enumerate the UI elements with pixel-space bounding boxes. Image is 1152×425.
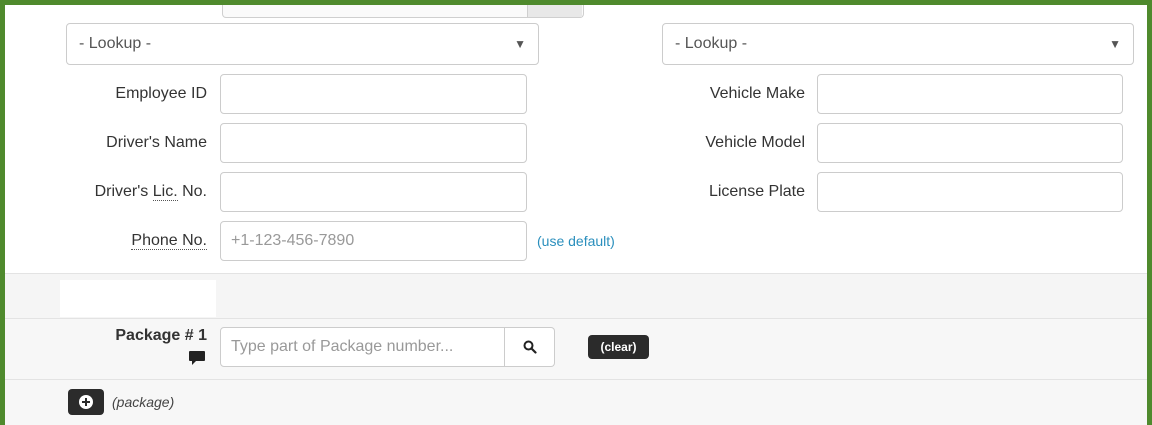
use-default-link[interactable]: (use default)	[537, 220, 615, 262]
license-plate-input[interactable]	[817, 172, 1123, 212]
clear-button[interactable]: (clear)	[588, 335, 649, 359]
caret-down-icon: ▼	[514, 37, 526, 51]
vehicle-lookup-select[interactable]: - Lookup - ▼	[662, 23, 1134, 65]
employee-id-input[interactable]	[220, 74, 527, 114]
driver-lookup-value: - Lookup -	[79, 35, 152, 52]
add-package-button[interactable]	[68, 389, 104, 415]
partial-button-above	[527, 5, 582, 17]
drivers-license-label-suffix: No.	[177, 183, 207, 200]
band-white-block	[60, 280, 216, 317]
package-label: Package # 1	[115, 327, 207, 344]
drivers-license-label-prefix: Driver's	[94, 183, 153, 200]
search-icon	[523, 340, 537, 354]
add-package-label: (package)	[112, 394, 175, 410]
phone-label-text: Phone No.	[131, 232, 207, 250]
employee-id-label: Employee ID	[115, 85, 207, 102]
driver-lookup-select[interactable]: - Lookup - ▼	[66, 23, 539, 65]
form-panel: - Lookup - ▼ - Lookup - ▼ Employee ID Dr…	[0, 0, 1152, 425]
vehicle-make-label: Vehicle Make	[709, 85, 805, 102]
caret-down-icon: ▼	[1109, 37, 1121, 51]
vehicle-make-input[interactable]	[817, 74, 1123, 114]
phone-label: Phone No.	[45, 220, 207, 262]
drivers-name-label: Driver's Name	[106, 134, 207, 151]
comment-icon[interactable]	[189, 351, 205, 365]
drivers-license-input[interactable]	[220, 172, 527, 212]
add-package-row	[5, 379, 1147, 425]
license-abbr: Lic.	[152, 183, 178, 201]
vehicle-model-label: Vehicle Model	[705, 134, 805, 151]
phone-input[interactable]: +1-123-456-7890	[220, 221, 527, 261]
search-button[interactable]	[505, 327, 555, 367]
drivers-license-label: Driver's Lic. No.	[25, 171, 207, 213]
package-search-input[interactable]: Type part of Package number...	[220, 327, 505, 367]
drivers-name-input[interactable]	[220, 123, 527, 163]
vehicle-lookup-value: - Lookup -	[675, 35, 748, 52]
license-plate-label: License Plate	[708, 183, 805, 200]
vehicle-model-input[interactable]	[817, 123, 1123, 163]
plus-circle-icon	[79, 395, 93, 409]
